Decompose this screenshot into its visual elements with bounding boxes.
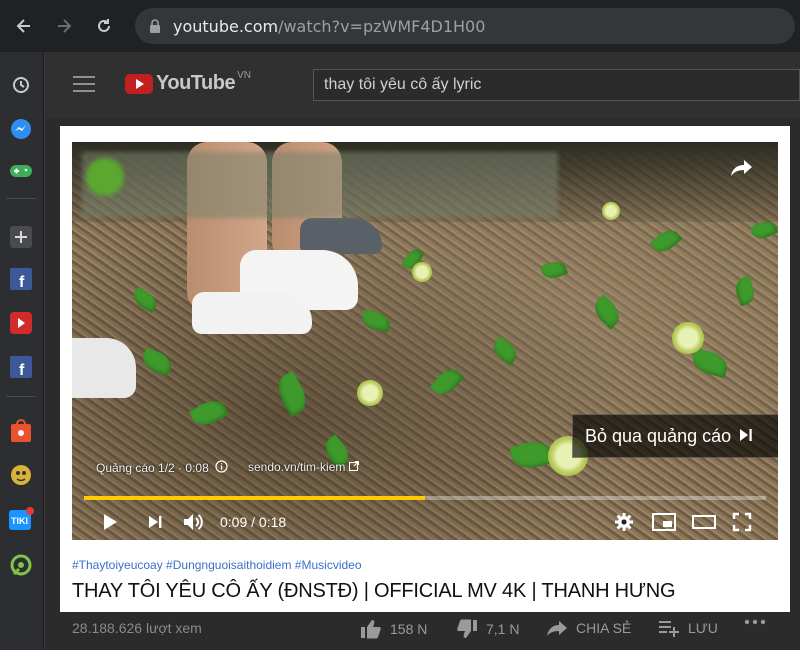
play-button[interactable]	[100, 510, 120, 534]
miniplayer-button[interactable]	[652, 510, 676, 534]
theater-button[interactable]	[692, 510, 716, 534]
share-icon[interactable]	[730, 158, 754, 183]
lime-decor	[357, 380, 383, 406]
like-count: 158 N	[390, 621, 428, 637]
thumbs-down-icon	[457, 619, 477, 638]
ad-counter: Quảng cáo 1/2 · 0:08	[96, 460, 228, 476]
share-button[interactable]: CHIA SẺ	[546, 619, 631, 637]
lime-decor	[672, 322, 704, 354]
shopee-icon[interactable]	[8, 418, 34, 444]
facebook-icon[interactable]: f	[8, 266, 34, 292]
youtube-region: VN	[237, 70, 251, 81]
skip-ad-label: Bỏ qua quảng cáo	[585, 425, 732, 446]
youtube-logo[interactable]: YouTube VN	[125, 70, 251, 95]
ad-link-text: sendo.vn/tim-kiem	[248, 460, 346, 474]
volume-icon	[184, 514, 203, 530]
like-button[interactable]: 158 N	[360, 619, 427, 639]
messenger-icon[interactable]	[8, 116, 34, 142]
skip-ad-button[interactable]: Bỏ qua quảng cáo	[572, 414, 778, 458]
youtube-play-icon	[125, 73, 153, 94]
reload-button[interactable]	[90, 12, 118, 40]
video-title: THAY TÔI YÊU CÔ ẤY (ĐNSTĐ) | OFFICIAL MV…	[72, 580, 676, 602]
share-arrow-icon	[547, 621, 567, 636]
back-button[interactable]	[10, 12, 38, 40]
add-to-playlist-icon	[659, 621, 679, 637]
video-shoe	[192, 292, 312, 334]
settings-button[interactable]	[614, 510, 634, 534]
tiki-icon[interactable]: TIKI	[8, 506, 34, 532]
dislike-count: 7,1 N	[486, 621, 520, 637]
extension-sidebar: f f TIKI	[0, 52, 44, 650]
next-button[interactable]	[146, 510, 164, 534]
sidebar-divider	[6, 198, 36, 199]
progress-bar[interactable]	[84, 496, 766, 500]
youtube-logo-text: YouTube	[156, 72, 236, 94]
youtube-icon[interactable]	[8, 310, 34, 336]
lock-icon	[149, 19, 161, 33]
forward-button[interactable]	[50, 12, 78, 40]
blurred-ad-logo	[86, 158, 124, 196]
sidebar-divider	[6, 396, 36, 397]
ad-link[interactable]: sendo.vn/tim-kiem	[248, 460, 360, 474]
time-text: 0:09 / 0:18	[220, 514, 287, 530]
add-icon[interactable]	[8, 224, 34, 250]
next-icon	[149, 516, 162, 528]
progress-fill	[84, 496, 425, 500]
skip-next-icon	[739, 426, 753, 447]
theater-mode-icon	[692, 515, 716, 529]
lime-decor	[602, 202, 620, 220]
gamepad-icon[interactable]	[8, 158, 34, 184]
time-display: 0:09 / 0:18	[220, 510, 286, 534]
youtube-header: YouTube VN thay tôi yêu cô ấy lyric	[45, 52, 800, 118]
more-actions-button[interactable]	[744, 619, 766, 625]
save-button[interactable]: LƯU	[658, 619, 718, 637]
volume-button[interactable]	[182, 510, 206, 534]
mascot-icon[interactable]	[8, 462, 34, 488]
info-icon[interactable]	[215, 460, 228, 476]
history-icon[interactable]	[8, 72, 34, 98]
save-label: LƯU	[688, 620, 718, 636]
search-input[interactable]: thay tôi yêu cô ấy lyric	[313, 69, 800, 101]
url-path: /watch?v=pzWMF4D1H00	[278, 16, 486, 36]
fullscreen-button[interactable]	[732, 510, 752, 534]
video-shoe	[72, 338, 136, 398]
lime-decor	[412, 262, 432, 282]
facebook-icon[interactable]: f	[8, 354, 34, 380]
share-label: CHIA SẺ	[576, 620, 632, 636]
play-icon	[104, 514, 117, 530]
search-query: thay tôi yêu cô ấy lyric	[324, 76, 482, 93]
svg-text:f: f	[19, 274, 25, 291]
thumbs-up-icon	[361, 620, 381, 639]
blurred-ad-banner	[82, 152, 558, 218]
svg-text:TIKI: TIKI	[11, 516, 28, 526]
dislike-button[interactable]: 7,1 N	[456, 619, 519, 639]
reload-icon	[98, 19, 110, 32]
svg-text:f: f	[19, 362, 25, 379]
arrow-left-icon	[16, 19, 30, 33]
video-card: Quảng cáo 1/2 · 0:08 sendo.vn/tim-kiem B…	[60, 126, 790, 612]
video-shoe	[300, 218, 382, 254]
arrow-right-icon	[58, 19, 72, 33]
leaf-icon[interactable]	[8, 552, 34, 578]
browser-toolbar: youtube.com/watch?v=pzWMF4D1H00	[0, 0, 800, 52]
hashtags[interactable]: #Thaytoiyeucoay #Dungnguoisaithoidiem #M…	[72, 558, 362, 572]
address-bar[interactable]: youtube.com/watch?v=pzWMF4D1H00	[135, 8, 795, 44]
gear-icon	[615, 513, 633, 531]
fullscreen-icon	[732, 512, 752, 532]
player-controls: 0:09 / 0:18	[72, 504, 778, 540]
external-link-icon	[349, 460, 360, 474]
url-host: youtube.com	[173, 16, 279, 36]
more-horizontal-icon	[744, 619, 766, 625]
view-count: 28.188.626 lượt xem	[72, 620, 202, 636]
miniplayer-icon	[652, 513, 676, 531]
video-player[interactable]: Quảng cáo 1/2 · 0:08 sendo.vn/tim-kiem B…	[72, 142, 778, 540]
ad-counter-text: Quảng cáo 1/2 · 0:08	[96, 461, 209, 475]
menu-icon[interactable]	[73, 76, 95, 92]
